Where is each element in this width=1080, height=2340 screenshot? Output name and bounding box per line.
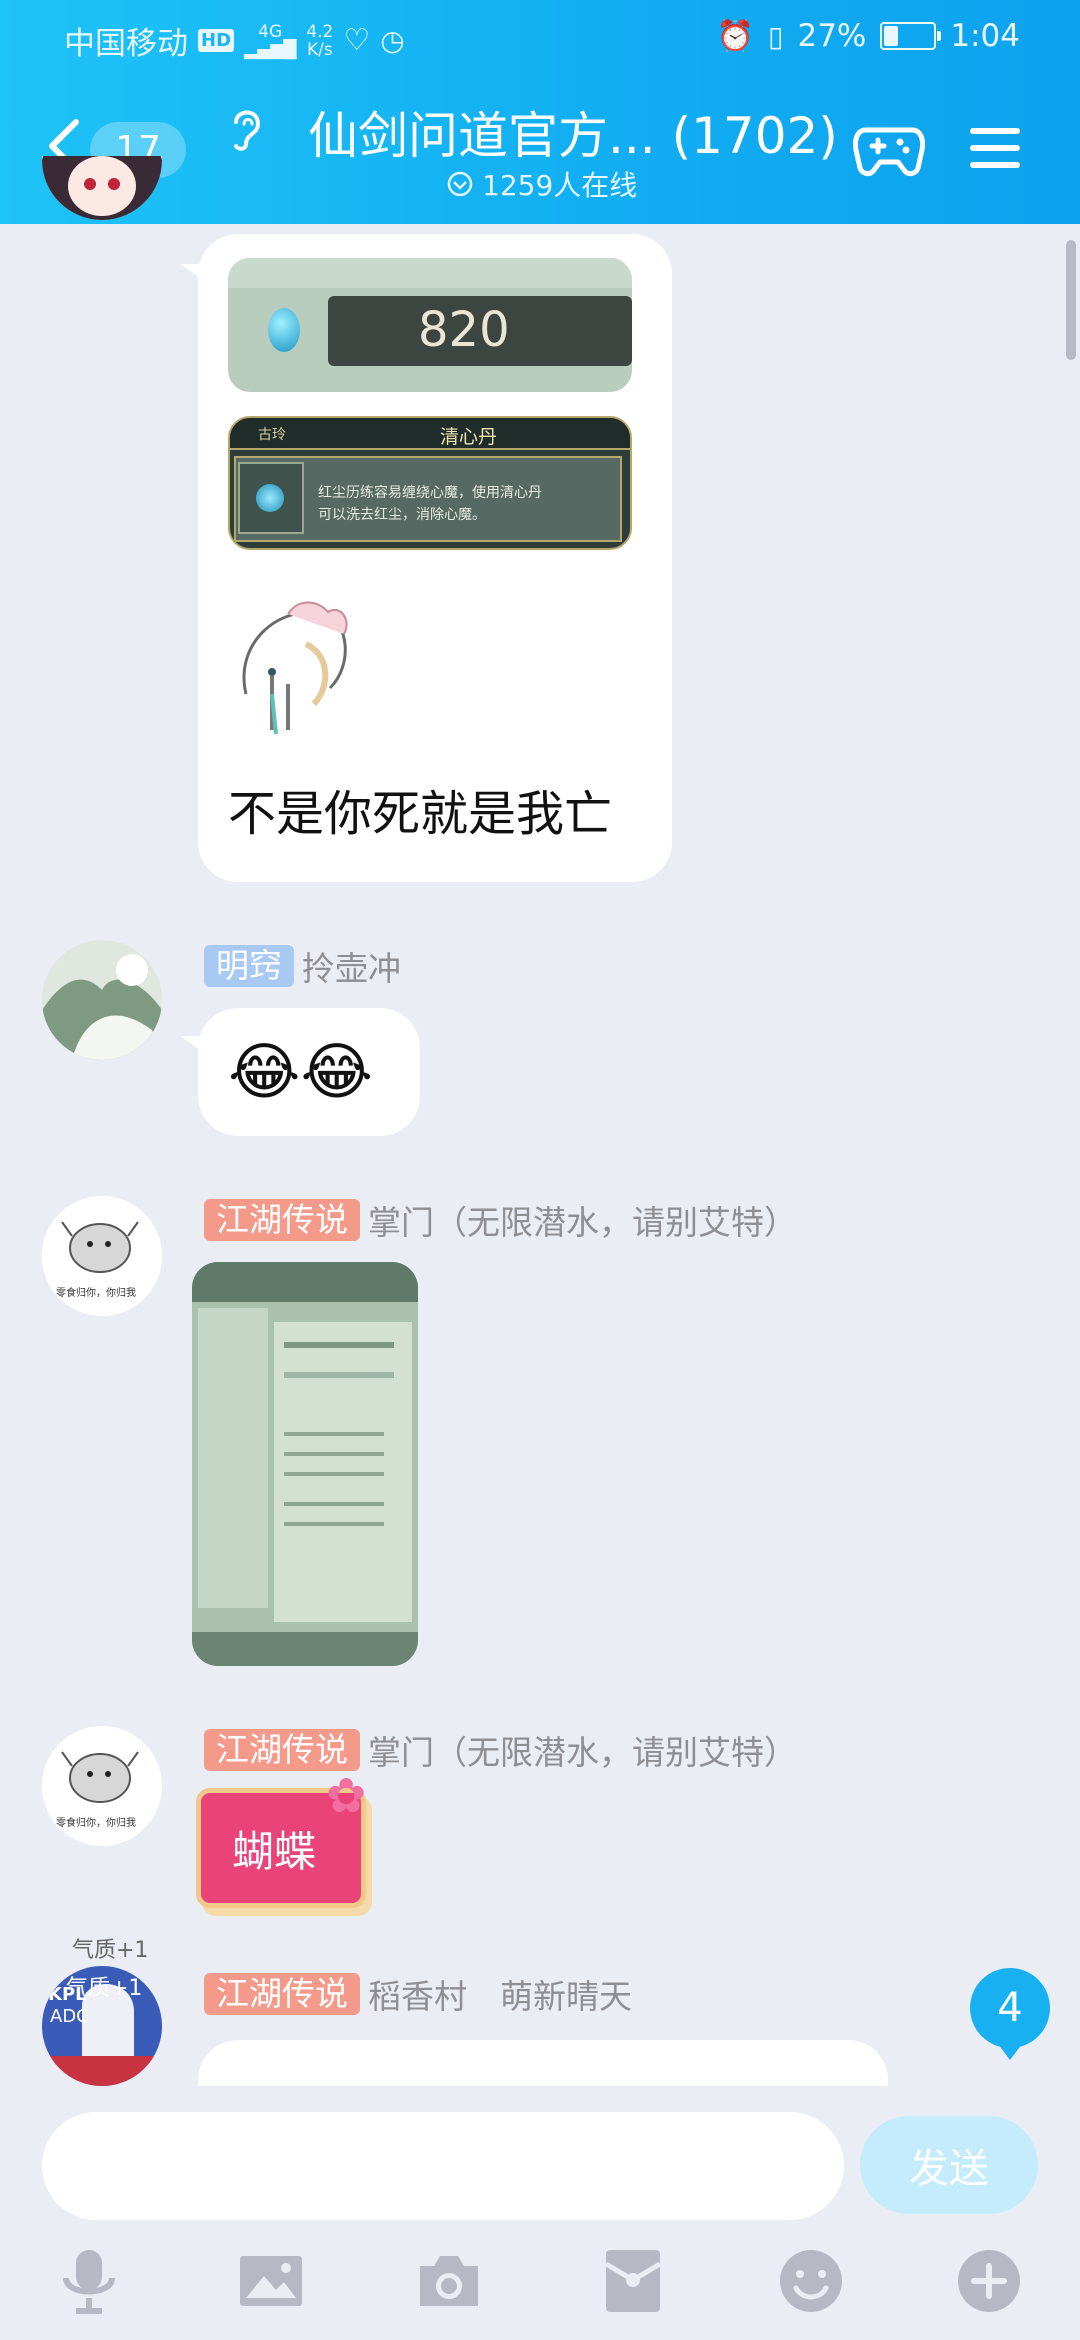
status-bar-right: ⏰ ▯ 27% 1:04 <box>717 18 1020 54</box>
scrollbar[interactable] <box>1066 240 1076 360</box>
item-desc-1: 红尘历练容易缠绕心魔，使用清心丹 <box>318 485 542 501</box>
carrier-label: 中国移动 <box>64 26 188 62</box>
menu-icon[interactable] <box>968 124 1022 172</box>
member-rank-tag: 江湖传说 <box>204 1199 360 1241</box>
item-name: 清心丹 <box>440 426 498 448</box>
battery-icon <box>880 22 942 50</box>
image-icon[interactable] <box>236 2246 306 2316</box>
flower-icon: ✿ <box>326 1768 367 1824</box>
game-screenshot-image[interactable] <box>192 1262 418 1666</box>
game-controller-icon[interactable] <box>852 122 926 178</box>
member-rank-tag: 明窍 <box>204 945 294 987</box>
avatar[interactable]: 零食归你，你归我 <box>42 1196 162 1316</box>
avatar-overlay-text: 气质+1 <box>72 1938 149 1963</box>
currency-value: 820 <box>418 302 510 358</box>
landscape-avatar <box>42 940 162 1060</box>
sender-name[interactable]: 掌门（无限潜水，请别艾特） <box>368 1196 797 1244</box>
red-packet-icon[interactable] <box>598 2246 668 2316</box>
avatar[interactable]: 零食归你，你归我 <box>42 1726 162 1846</box>
sticker-text: 蝴蝶 <box>232 1827 317 1876</box>
online-count-label: 1259人在线 <box>482 169 638 202</box>
sender-line: 江湖传说 掌门（无限潜水，请别艾特） <box>204 1726 797 1774</box>
gem-icon <box>268 308 300 352</box>
avatar-caption: 零食归你，你归我 <box>56 1818 136 1829</box>
signal-icon: 4G ▂▄▆█ <box>244 21 297 60</box>
member-rank-tag: 江湖传说 <box>204 1729 360 1771</box>
group-title[interactable]: 仙剑问道官方... (1702) <box>308 96 838 168</box>
sender-name[interactable]: 掌门（无限潜水，请别艾特） <box>368 1726 797 1774</box>
sticker-frame[interactable]: 蝴蝶 ✿ <box>186 1768 382 1928</box>
message-bubble[interactable]: 😂😂 <box>198 1008 420 1136</box>
item-card-image[interactable]: 古玲 清心丹 红尘历练容易缠绕心魔，使用清心丹 可以洗去红尘，消除心魔。 <box>228 416 632 550</box>
cartoon-sticker[interactable] <box>228 584 358 744</box>
sender-line: 江湖传说 掌门（无限潜水，请别艾特） <box>204 1196 797 1244</box>
clock: 1:04 <box>950 18 1020 54</box>
composer-bar: 发送 <box>0 2086 1080 2340</box>
camera-icon[interactable] <box>414 2246 484 2316</box>
battery-percent: 27% <box>797 18 867 54</box>
message-bubble[interactable]: 820 古玲 清心丹 红尘历练容易缠绕心魔，使用清心丹 可以洗去红尘，消除心魔。… <box>198 234 672 882</box>
avatar-badge-2: ADC <box>50 2006 89 2027</box>
plus-icon[interactable] <box>954 2246 1024 2316</box>
emoji-icon[interactable] <box>776 2246 846 2316</box>
sender-name[interactable]: 拎壶冲 <box>302 942 401 990</box>
game-screenshot-image[interactable]: 820 <box>228 258 632 392</box>
new-messages-badge[interactable]: 4 <box>970 1968 1050 2060</box>
send-button[interactable]: 发送 <box>860 2116 1038 2214</box>
check-circle-icon <box>447 171 473 197</box>
avatar-overlay-text: 气质+1 <box>66 1976 143 2001</box>
sender-line: 明窍 拎壶冲 <box>204 942 401 990</box>
item-desc-2: 可以洗去红尘，消除心魔。 <box>318 507 486 523</box>
item-tier: 古玲 <box>258 427 286 443</box>
avatar[interactable] <box>42 940 162 1060</box>
avatar-caption: 零食归你，你归我 <box>56 1288 136 1299</box>
message-input[interactable] <box>42 2112 844 2220</box>
net-speed: 4.2 K/s <box>306 21 334 60</box>
member-rank-tag: 江湖传说 <box>204 1973 360 2015</box>
vibrate-icon: ▯ <box>768 19 784 53</box>
health-icon: ♡ <box>343 23 371 58</box>
hd-icon: HD <box>198 29 235 52</box>
sender-line: 江湖传说 稻香村 萌新晴天 <box>204 1970 632 2018</box>
message-text: 不是你死就是我亡 <box>228 786 613 842</box>
microphone-icon[interactable] <box>54 2246 124 2316</box>
ear-icon[interactable] <box>226 104 266 152</box>
online-count: 1259人在线 <box>446 164 637 204</box>
timer-icon: ◷ <box>380 24 405 57</box>
alarm-icon: ⏰ <box>716 18 755 54</box>
item-thumbnail <box>238 462 304 534</box>
chat-header: 中国移动 HD 4G ▂▄▆█ 4.2 K/s ♡ ◷ ⏰ ▯ 27% 1:04 1… <box>0 0 1080 224</box>
message-bubble[interactable] <box>198 2040 888 2086</box>
sender-name[interactable]: 稻香村 萌新晴天 <box>368 1970 632 2018</box>
status-bar-left: 中国移动 HD 4G ▂▄▆█ 4.2 K/s ♡ ◷ <box>64 18 405 63</box>
emoji-text: 😂😂 <box>228 1035 373 1108</box>
